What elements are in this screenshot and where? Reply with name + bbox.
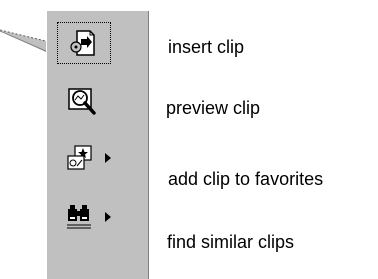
insert-clip-button[interactable] <box>47 22 149 67</box>
submenu-arrow-icon <box>105 212 111 222</box>
insert-clip-label: insert clip <box>168 37 245 57</box>
clip-toolbar <box>46 11 149 279</box>
preview-clip-button[interactable] <box>47 82 149 126</box>
add-clip-to-favorites-button[interactable] <box>47 138 149 182</box>
find-similar-clips-label: find similar clips <box>167 232 295 252</box>
insert-clip-icon <box>66 25 102 61</box>
add-clip-to-favorites-label: add clip to favorites <box>168 169 324 189</box>
preview-clip-icon <box>64 84 100 120</box>
add-to-favorites-icon <box>63 140 99 176</box>
find-similar-icon <box>63 199 99 235</box>
preview-clip-label: preview clip <box>166 98 261 118</box>
find-similar-clips-button[interactable] <box>47 197 149 241</box>
submenu-arrow-icon <box>105 153 111 163</box>
